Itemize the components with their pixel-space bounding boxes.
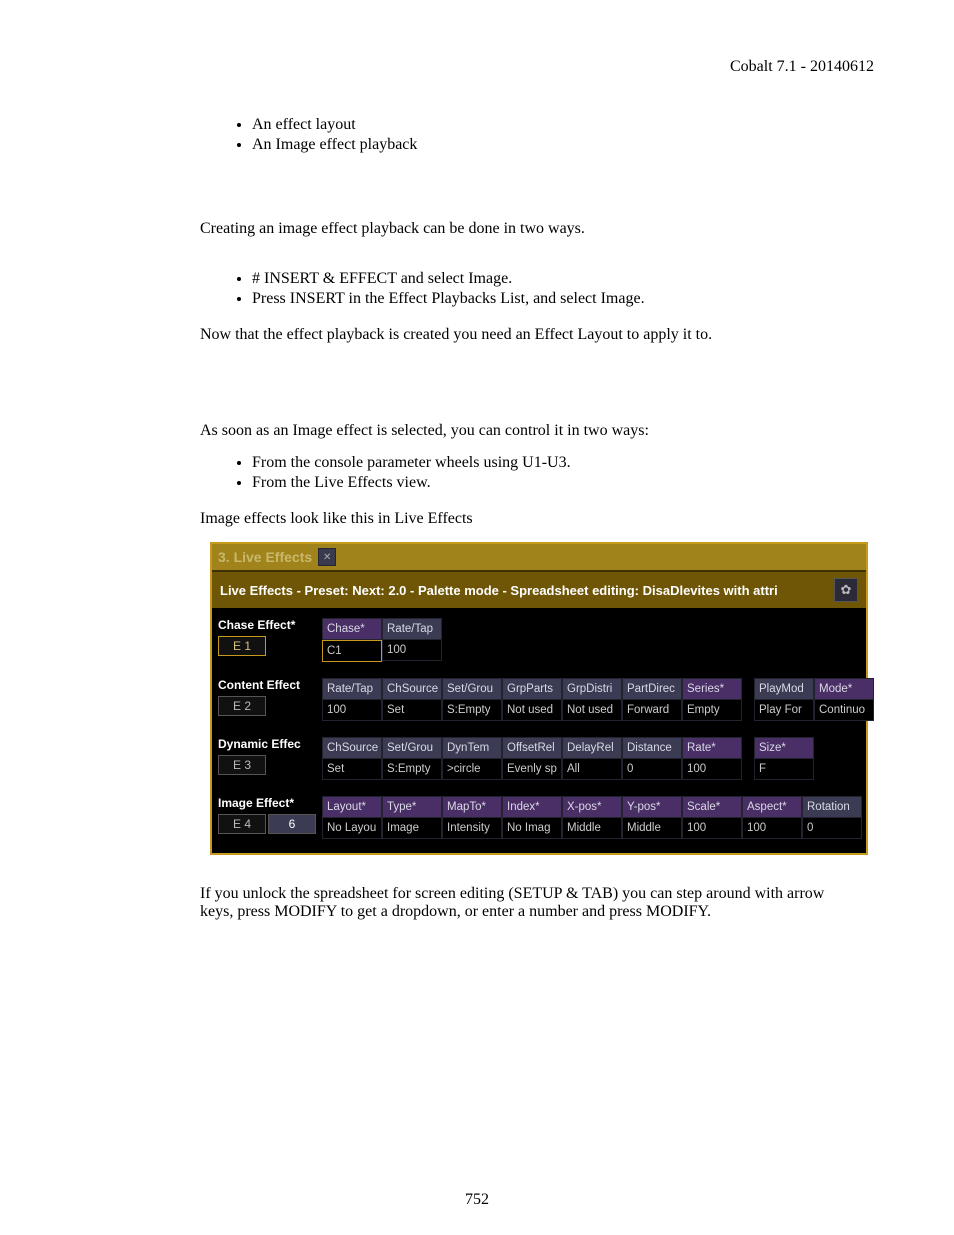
effect-params: Layout*No LayouType*ImageMapTo*Intensity…: [322, 796, 862, 839]
effect-row: Image Effect* E 46 Layout*No LayouType*Ima…: [218, 796, 860, 839]
list-item: An effect layout: [252, 116, 856, 134]
tab-bar: 3. Live Effects ✕: [212, 544, 866, 570]
param-header[interactable]: Mode*: [814, 678, 874, 700]
param-value[interactable]: Evenly sp: [502, 759, 562, 780]
effect-label: Image Effect*: [218, 796, 322, 810]
param-header[interactable]: ChSource: [322, 737, 382, 759]
param-value[interactable]: Not used: [562, 700, 622, 721]
param-header[interactable]: PartDirec: [622, 678, 682, 700]
param-value[interactable]: Continuo: [814, 700, 874, 721]
effect-label: Dynamic Effec: [218, 737, 322, 751]
param-header[interactable]: Aspect*: [742, 796, 802, 818]
effects-grid: Chase Effect*E 1Chase*C1Rate/Tap100Conte…: [212, 608, 866, 853]
param-value[interactable]: No Imag: [502, 818, 562, 839]
effect-slot[interactable]: E 4: [218, 814, 266, 834]
param-header[interactable]: ChSource: [382, 678, 442, 700]
param-value[interactable]: Play For: [754, 700, 814, 721]
param-value[interactable]: No Layou: [322, 818, 382, 839]
list-item: From the Live Effects view.: [252, 474, 856, 492]
param-header[interactable]: X-pos*: [562, 796, 622, 818]
effect-row: Chase Effect* E 1 Chase*C1Rate/Tap100: [218, 618, 860, 662]
param-header[interactable]: OffsetRel: [502, 737, 562, 759]
param-header[interactable]: Series*: [682, 678, 742, 700]
param-header[interactable]: Rotation: [802, 796, 862, 818]
close-icon[interactable]: ✕: [318, 548, 336, 566]
paragraph: Now that the effect playback is created …: [200, 326, 856, 344]
param-header[interactable]: MapTo*: [442, 796, 502, 818]
effect-params: ChSourceSetSet/GrouS:EmptyDynTem>circleO…: [322, 737, 814, 780]
page-number: 752: [0, 1191, 954, 1209]
param-value[interactable]: Not used: [502, 700, 562, 721]
param-header[interactable]: DelayRel: [562, 737, 622, 759]
param-header[interactable]: Rate/Tap: [382, 618, 442, 640]
effect-params: Chase*C1Rate/Tap100: [322, 618, 442, 662]
param-header[interactable]: PlayMod: [754, 678, 814, 700]
effect-label: Chase Effect*: [218, 618, 322, 632]
paragraph: Image effects look like this in Live Eff…: [200, 510, 856, 528]
param-value[interactable]: F: [754, 759, 814, 780]
param-value[interactable]: 100: [742, 818, 802, 839]
param-header[interactable]: Y-pos*: [622, 796, 682, 818]
paragraph: Creating an image effect playback can be…: [200, 220, 856, 238]
param-value[interactable]: Forward: [622, 700, 682, 721]
param-value[interactable]: Intensity: [442, 818, 502, 839]
effect-slot[interactable]: E 2: [218, 696, 266, 716]
page-header: Cobalt 7.1 - 20140612: [78, 58, 876, 76]
param-header[interactable]: Rate/Tap: [322, 678, 382, 700]
effect-slot-count[interactable]: 6: [268, 814, 316, 834]
paragraph: If you unlock the spreadsheet for screen…: [200, 885, 856, 921]
param-header[interactable]: Rate*: [682, 737, 742, 759]
param-header[interactable]: Distance: [622, 737, 682, 759]
param-value[interactable]: Image: [382, 818, 442, 839]
live-effects-panel: 3. Live Effects ✕ Live Effects - Preset:…: [210, 542, 868, 855]
paragraph: As soon as an Image effect is selected, …: [200, 422, 856, 440]
param-value[interactable]: Set: [382, 700, 442, 721]
param-value[interactable]: Middle: [622, 818, 682, 839]
list-item: An Image effect playback: [252, 136, 856, 154]
effect-label: Content Effect: [218, 678, 322, 692]
param-header[interactable]: Type*: [382, 796, 442, 818]
effect-slot[interactable]: E 1: [218, 636, 266, 656]
param-value[interactable]: 100: [682, 759, 742, 780]
param-header[interactable]: Size*: [754, 737, 814, 759]
param-header[interactable]: GrpDistri: [562, 678, 622, 700]
param-value[interactable]: Middle: [562, 818, 622, 839]
tab-title[interactable]: 3. Live Effects: [218, 549, 312, 565]
effect-slot[interactable]: E 3: [218, 755, 266, 775]
list-item: From the console parameter wheels using …: [252, 454, 856, 472]
bullet-list-create: # INSERT & EFFECT and select Image. Pres…: [252, 270, 856, 308]
param-header[interactable]: Scale*: [682, 796, 742, 818]
param-value[interactable]: 100: [322, 700, 382, 721]
param-value[interactable]: S:Empty: [442, 700, 502, 721]
bullet-list-control: From the console parameter wheels using …: [252, 454, 856, 492]
effect-row: Dynamic Effec E 3 ChSourceSetSet/GrouS:Emp…: [218, 737, 860, 780]
subheader-text: Live Effects - Preset: Next: 2.0 - Palet…: [220, 583, 778, 598]
param-value[interactable]: Set: [322, 759, 382, 780]
bullet-list-top: An effect layout An Image effect playbac…: [252, 116, 856, 154]
param-header[interactable]: Chase*: [322, 618, 382, 640]
param-value[interactable]: 0: [622, 759, 682, 780]
list-item: # INSERT & EFFECT and select Image.: [252, 270, 856, 288]
param-value[interactable]: C1: [322, 640, 382, 662]
gear-icon[interactable]: ✿: [834, 578, 858, 602]
param-value[interactable]: 100: [682, 818, 742, 839]
param-header[interactable]: Index*: [502, 796, 562, 818]
param-header[interactable]: Set/Grou: [442, 678, 502, 700]
effect-row: Content EffectE 2Rate/Tap100ChSourceSetS…: [218, 678, 860, 721]
param-header[interactable]: GrpParts: [502, 678, 562, 700]
param-value[interactable]: 100: [382, 640, 442, 661]
param-value[interactable]: All: [562, 759, 622, 780]
param-value[interactable]: S:Empty: [382, 759, 442, 780]
param-header[interactable]: Set/Grou: [382, 737, 442, 759]
param-header[interactable]: Layout*: [322, 796, 382, 818]
param-value[interactable]: >circle: [442, 759, 502, 780]
param-header[interactable]: DynTem: [442, 737, 502, 759]
param-value[interactable]: Empty: [682, 700, 742, 721]
effect-params: Rate/Tap100ChSourceSetSet/GrouS:EmptyGrp…: [322, 678, 874, 721]
param-value[interactable]: 0: [802, 818, 862, 839]
panel-subheader: Live Effects - Preset: Next: 2.0 - Palet…: [212, 570, 866, 608]
list-item: Press INSERT in the Effect Playbacks Lis…: [252, 290, 856, 308]
